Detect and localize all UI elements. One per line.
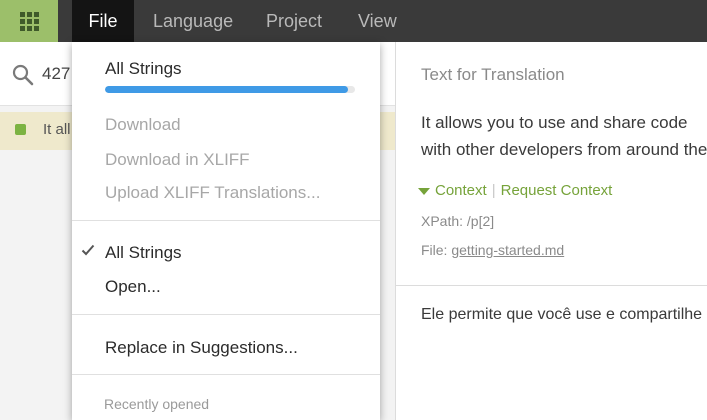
menu-item-all-strings[interactable]: All Strings (105, 243, 182, 263)
divider (396, 285, 707, 286)
menu-item-download[interactable]: Download (105, 115, 181, 135)
file-menu-dropdown: All Strings Download Download in XLIFF U… (72, 42, 380, 420)
xpath-info: XPath: /p[2] (421, 213, 495, 229)
source-text: It allows you to use and share code with… (421, 109, 707, 163)
menu-project[interactable]: Project (266, 0, 322, 42)
checkmark-icon (81, 244, 95, 256)
menu-separator (72, 374, 380, 375)
menu-view[interactable]: View (358, 0, 397, 42)
translation-details-pane: Text for Translation It allows you to us… (395, 42, 707, 420)
source-text-line: It allows you to use and share code (421, 113, 688, 132)
menu-item-all-strings-progress[interactable]: All Strings (105, 59, 182, 79)
search-icon (12, 64, 34, 86)
string-list-item-text: It all (43, 121, 71, 138)
top-menu-bar: File Language Project View (0, 0, 707, 42)
menu-language[interactable]: Language (153, 0, 233, 42)
file-info: File: getting-started.md (421, 242, 564, 258)
menu-item-open[interactable]: Open... (105, 277, 161, 297)
apps-button[interactable] (0, 0, 58, 42)
translation-text[interactable]: Ele permite que você use e compartilhe (421, 306, 702, 324)
context-link[interactable]: Context (435, 182, 487, 199)
search-input[interactable]: 427 (42, 64, 70, 84)
menu-file[interactable]: File (72, 0, 134, 42)
file-label: File: (421, 242, 448, 258)
source-text-line: with other developers from around the (421, 140, 707, 159)
string-status-indicator (15, 124, 26, 135)
recently-opened-heading: Recently opened (104, 396, 210, 412)
apps-grid-icon (19, 11, 39, 31)
menu-separator (72, 220, 380, 221)
translation-progress-bar (105, 86, 355, 93)
menu-separator (72, 314, 380, 315)
progress-fill (105, 86, 348, 93)
menu-item-upload-xliff[interactable]: Upload XLIFF Translations... (105, 183, 320, 203)
separator: | (491, 182, 496, 199)
file-link[interactable]: getting-started.md (451, 242, 564, 258)
details-title: Text for Translation (421, 65, 565, 84)
request-context-link[interactable]: Request Context (501, 182, 613, 199)
menu-item-replace-in-suggestions[interactable]: Replace in Suggestions... (105, 338, 298, 358)
caret-down-icon (418, 187, 430, 195)
context-row: Context | Request Context (418, 182, 612, 199)
menu-item-download-xliff[interactable]: Download in XLIFF (105, 150, 250, 170)
